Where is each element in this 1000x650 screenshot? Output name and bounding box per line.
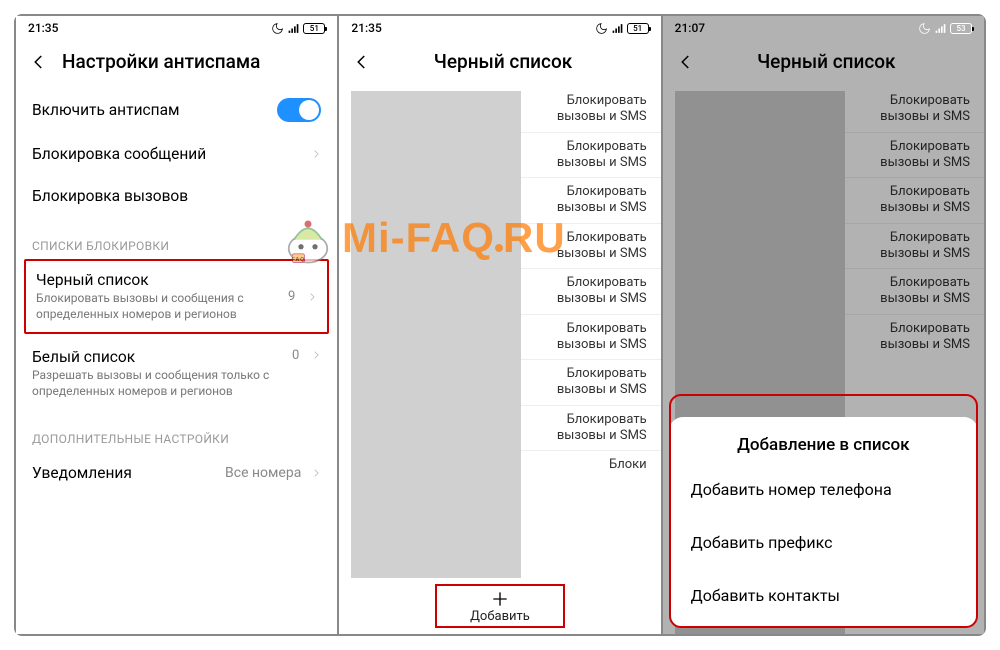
sheet-add-phone[interactable]: Добавить номер телефона bbox=[671, 463, 976, 516]
status-time: 21:35 bbox=[28, 21, 58, 35]
signal-icon bbox=[287, 22, 300, 35]
list-item[interactable]: Блокировать вызовы и SMS bbox=[521, 133, 660, 179]
moon-icon bbox=[918, 22, 931, 35]
list-item[interactable]: Блокировать вызовы и SMS bbox=[521, 406, 660, 452]
status-time: 21:07 bbox=[675, 21, 705, 35]
back-icon[interactable] bbox=[30, 53, 48, 71]
list-item[interactable]: Блокировать вызовы и SMS bbox=[521, 87, 660, 133]
whitelist-row[interactable]: Белый список Разрешать вызовы и сообщени… bbox=[16, 334, 337, 410]
highlight-add bbox=[435, 584, 565, 628]
redacted-column bbox=[351, 91, 521, 578]
status-time: 21:35 bbox=[351, 21, 381, 35]
header: Настройки антиспама bbox=[16, 40, 337, 87]
list-item-partial[interactable]: Блоки bbox=[521, 451, 660, 479]
page-title: Черный список bbox=[709, 50, 970, 73]
list-item[interactable]: Блокировать вызовы и SMS bbox=[521, 315, 660, 361]
status-icons: 53 bbox=[918, 22, 972, 35]
enable-antispam-row[interactable]: Включить антиспам bbox=[16, 87, 337, 133]
whitelist-sub: Разрешать вызовы и сообщения только с оп… bbox=[32, 368, 282, 399]
block-list[interactable]: Блокировать вызовы и SMS Блокировать выз… bbox=[521, 87, 660, 578]
screen-add-dialog: 21:07 53 Черный список Блокировать вызов… bbox=[663, 16, 984, 634]
status-bar: 21:35 51 bbox=[16, 16, 337, 40]
blacklist-count: 9 bbox=[288, 289, 295, 304]
header: Черный список bbox=[339, 40, 660, 87]
chevron-right-icon bbox=[311, 147, 321, 161]
block-calls-row[interactable]: Блокировка вызовов bbox=[16, 175, 337, 217]
chevron-right-icon bbox=[307, 290, 317, 304]
blacklist-sub: Блокировать вызовы и сообщения с определ… bbox=[36, 291, 278, 322]
blacklist-title: Черный список bbox=[36, 271, 278, 289]
battery-icon: 53 bbox=[950, 23, 972, 34]
signal-icon bbox=[934, 22, 947, 35]
sheet-add-contacts[interactable]: Добавить контакты bbox=[671, 569, 976, 622]
list-item[interactable]: Блокировать вызовы и SMS bbox=[521, 224, 660, 270]
page-title: Черный список bbox=[385, 50, 646, 73]
status-bar: 21:35 51 bbox=[339, 16, 660, 40]
screen-antispam-settings: 21:35 51 Настройки антиспама Включить ан… bbox=[16, 16, 339, 634]
section-blocklists: СПИСКИ БЛОКИРОВКИ bbox=[16, 217, 337, 259]
header: Черный список bbox=[663, 40, 984, 87]
notifications-value: Все номера bbox=[225, 465, 301, 481]
whitelist-title: Белый список bbox=[32, 348, 282, 366]
list-item: Блокировать вызовы и SMS bbox=[845, 224, 984, 270]
sheet-add-prefix[interactable]: Добавить префикс bbox=[671, 516, 976, 569]
chevron-right-icon bbox=[311, 466, 321, 480]
section-additional: ДОПОЛНИТЕЛЬНЫЕ НАСТРОЙКИ bbox=[16, 410, 337, 452]
list-item: Блокировать вызовы и SMS bbox=[845, 133, 984, 179]
highlight-blacklist: Черный список Блокировать вызовы и сообщ… bbox=[24, 259, 329, 334]
back-icon[interactable] bbox=[353, 53, 371, 71]
block-messages-row[interactable]: Блокировка сообщений bbox=[16, 133, 337, 175]
page-title: Настройки антиспама bbox=[62, 50, 323, 73]
blacklist-row[interactable]: Черный список Блокировать вызовы и сообщ… bbox=[26, 261, 327, 332]
notifications-row[interactable]: Уведомления Все номера bbox=[16, 452, 337, 494]
battery-icon: 51 bbox=[303, 23, 325, 34]
notifications-label: Уведомления bbox=[32, 464, 215, 482]
whitelist-count: 0 bbox=[292, 348, 299, 363]
enable-label: Включить антиспам bbox=[32, 101, 267, 119]
enable-toggle[interactable] bbox=[277, 98, 321, 122]
list-item: Блокировать вызовы и SMS bbox=[845, 269, 984, 315]
list-item[interactable]: Блокировать вызовы и SMS bbox=[521, 360, 660, 406]
moon-icon bbox=[271, 22, 284, 35]
status-icons: 51 bbox=[595, 22, 649, 35]
block-messages-label: Блокировка сообщений bbox=[32, 145, 301, 163]
battery-icon: 51 bbox=[627, 23, 649, 34]
status-icons: 51 bbox=[271, 22, 325, 35]
signal-icon bbox=[611, 22, 624, 35]
list-item: Блокировать вызовы и SMS bbox=[845, 315, 984, 360]
list-item[interactable]: Блокировать вызовы и SMS bbox=[521, 178, 660, 224]
sheet-title: Добавление в список bbox=[671, 421, 976, 463]
list-item[interactable]: Блокировать вызовы и SMS bbox=[521, 269, 660, 315]
moon-icon bbox=[595, 22, 608, 35]
bottom-sheet: Добавление в список Добавить номер телеф… bbox=[669, 417, 978, 628]
list-item: Блокировать вызовы и SMS bbox=[845, 178, 984, 224]
back-icon[interactable] bbox=[677, 53, 695, 71]
chevron-right-icon bbox=[311, 348, 321, 362]
status-bar: 21:07 53 bbox=[663, 16, 984, 40]
block-calls-label: Блокировка вызовов bbox=[32, 187, 321, 205]
list-item: Блокировать вызовы и SMS bbox=[845, 87, 984, 133]
screen-blacklist: 21:35 51 Черный список Блокировать вызов… bbox=[339, 16, 662, 634]
